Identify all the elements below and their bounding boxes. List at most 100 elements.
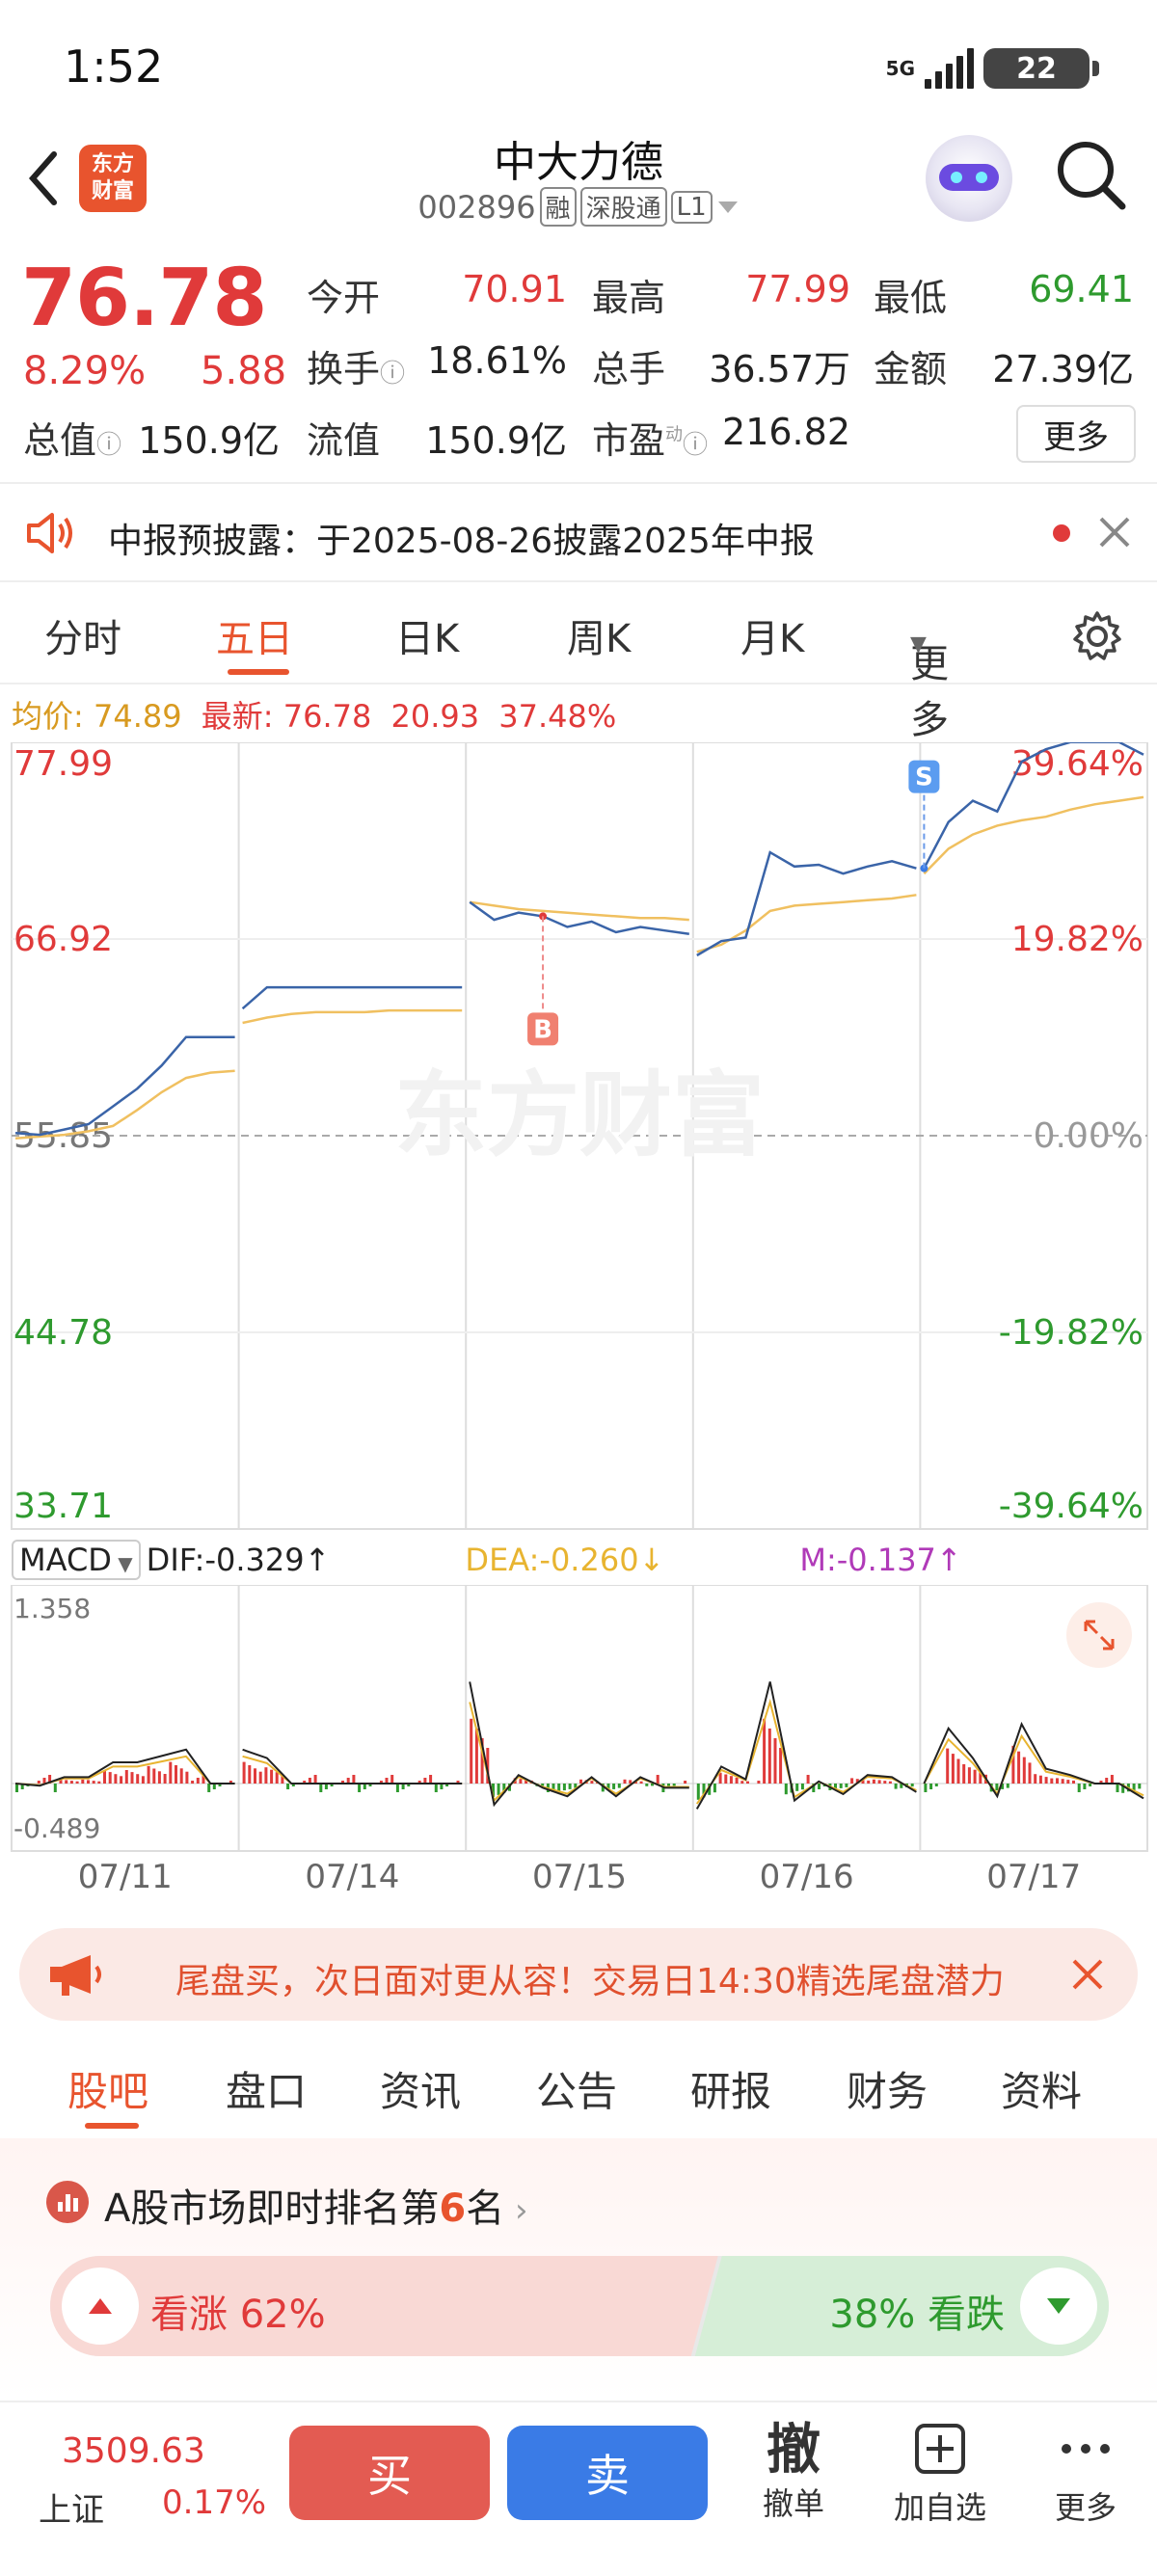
tab-profile[interactable]: 资料 <box>1001 2059 1082 2118</box>
tab-news[interactable]: 资讯 <box>380 2059 461 2118</box>
caret-down-icon: ▼ <box>111 1552 133 1575</box>
macd-bar <box>15 1784 18 1792</box>
macd-bar <box>157 1771 161 1784</box>
macd-bar <box>1056 1778 1059 1784</box>
latest-percent: 37.48% <box>498 698 617 735</box>
mktcap-value: 150.9亿 <box>138 419 280 462</box>
macd-bar <box>656 1775 659 1784</box>
tab-research[interactable]: 研报 <box>690 2059 771 2118</box>
sell-button[interactable]: 卖 <box>507 2426 708 2520</box>
tab-monthly-k[interactable]: 月K <box>740 607 804 663</box>
macd-bar <box>75 1781 79 1784</box>
macd-bar <box>1017 1751 1021 1784</box>
macd-bar <box>270 1769 274 1784</box>
x-axis-label: 07/16 <box>760 1858 854 1892</box>
status-time: 1:52 <box>64 40 164 93</box>
macd-bar <box>590 1781 594 1784</box>
macd-bar <box>97 1781 101 1784</box>
macd-bar <box>1077 1784 1081 1792</box>
macd-bar <box>967 1767 971 1784</box>
vote-down-pct: 38% <box>829 2293 916 2337</box>
tab-guba[interactable]: 股吧 <box>67 2059 148 2118</box>
info-icon[interactable]: ⓘ <box>96 431 121 460</box>
notice-bar[interactable]: 中报预披露：于2025-08-26披露2025年中报 <box>0 484 1157 580</box>
macd-bar <box>667 1784 670 1786</box>
buy-button[interactable]: 买 <box>289 2426 490 2520</box>
info-icon[interactable]: ⓘ <box>683 431 708 460</box>
tag-level: L1 <box>670 190 713 224</box>
avg-line <box>696 894 917 953</box>
macd-bar <box>872 1779 875 1784</box>
vote-up-pct: 62% <box>239 2293 326 2337</box>
more-quote-button[interactable]: 更多 <box>1016 405 1136 463</box>
promo-banner[interactable]: 尾盘买，次日面对更从容！交易日14:30精选尾盘潜力 <box>19 1928 1138 2021</box>
macd-bar <box>313 1775 317 1784</box>
tab-pankou[interactable]: 盘口 <box>226 2059 307 2118</box>
cancel-order-button[interactable]: 撤 撤单 <box>752 2422 835 2524</box>
settings-gear-icon[interactable] <box>1070 609 1124 663</box>
macd-label: MACD <box>19 1542 112 1578</box>
macd-bar <box>175 1765 177 1784</box>
bottom-trade-bar: 3509.63 上证 0.17% 买 卖 撤 撤单 加自选 更多 <box>0 2401 1157 2576</box>
index-value[interactable]: 3509.63 <box>62 2431 205 2471</box>
search-icon[interactable] <box>1053 137 1130 214</box>
macd-bar <box>196 1778 200 1784</box>
close-icon[interactable] <box>1097 515 1132 550</box>
info-icon[interactable]: ⓘ <box>380 360 405 389</box>
macd-chart[interactable]: 1.358 -0.489 07/11 07/14 07/15 07/16 07/17 <box>0 1585 1157 1892</box>
signal-icon <box>925 48 974 89</box>
tab-intraday[interactable]: 分时 <box>44 607 121 663</box>
y-right-tick-label: 0.00% <box>1034 1116 1144 1156</box>
rank-suffix: 名 <box>466 2187 505 2231</box>
macd-bar <box>65 1780 68 1784</box>
macd-bar <box>37 1781 40 1784</box>
close-icon[interactable] <box>1070 1957 1105 1992</box>
macd-selector[interactable]: MACD ▼ <box>12 1540 141 1580</box>
tab-five-day[interactable]: 五日 <box>216 607 293 663</box>
y-left-tick-label: 66.92 <box>13 920 113 959</box>
macd-bar <box>568 1784 572 1789</box>
status-bar: 1:52 5G 22 <box>0 0 1157 125</box>
low-value: 69.41 <box>1029 268 1134 310</box>
tab-weekly-k[interactable]: 周K <box>567 607 631 663</box>
macd-bar <box>800 1784 804 1790</box>
macd-bar <box>894 1784 898 1789</box>
change-amount: 5.88 <box>201 349 287 393</box>
y-right-tick-label: 19.82% <box>1011 920 1144 959</box>
macd-bar <box>1072 1780 1075 1784</box>
macd-bar <box>757 1781 761 1784</box>
macd-bar <box>888 1781 892 1784</box>
network-label: 5G <box>885 57 915 80</box>
macd-bar <box>81 1779 85 1784</box>
macd-bar <box>108 1772 112 1784</box>
y-right-tick-label: -19.82% <box>999 1313 1144 1353</box>
vote-up-button[interactable] <box>62 2267 139 2345</box>
vote-down-text: 38% 看跌 <box>829 2283 1005 2339</box>
macd-bar <box>169 1761 173 1784</box>
macd-bar <box>946 1748 950 1784</box>
macd-bar <box>1138 1784 1142 1789</box>
rank-title[interactable]: A股市场即时排名第6名 › <box>104 2177 528 2233</box>
add-watchlist-button[interactable]: 加自选 <box>887 2422 993 2528</box>
more-button[interactable]: 更多 <box>1047 2422 1124 2528</box>
macd-bar <box>497 1784 500 1795</box>
macd-m: M:-0.137↑ <box>799 1542 962 1578</box>
tab-daily-k[interactable]: 日K <box>395 607 459 663</box>
float-value: 150.9亿 <box>425 419 567 462</box>
tab-finance[interactable]: 财务 <box>847 2059 928 2118</box>
y-left-tick-label: 44.78 <box>13 1313 113 1353</box>
y-right-tick-label: 39.64% <box>1011 744 1144 784</box>
index-name: 上证 <box>39 2491 104 2530</box>
tab-announcement[interactable]: 公告 <box>536 2059 617 2118</box>
macd-dif: DIF:-0.329↑ <box>146 1542 331 1578</box>
triangle-down-icon <box>1047 2298 1070 2314</box>
five-day-price-chart[interactable]: 东方财富 77.99 66.92 55.85 44.78 33.71 39.64% 19.82… <box>0 742 1157 1543</box>
expand-icon[interactable] <box>1066 1602 1132 1668</box>
macd-bar <box>286 1784 290 1789</box>
macd-bar <box>1044 1777 1048 1784</box>
macd-bar <box>562 1784 566 1791</box>
assistant-avatar-icon[interactable] <box>926 135 1012 222</box>
vote-down-button[interactable] <box>1020 2267 1097 2345</box>
macd-bar <box>672 1784 676 1786</box>
macd-bar <box>124 1770 128 1784</box>
